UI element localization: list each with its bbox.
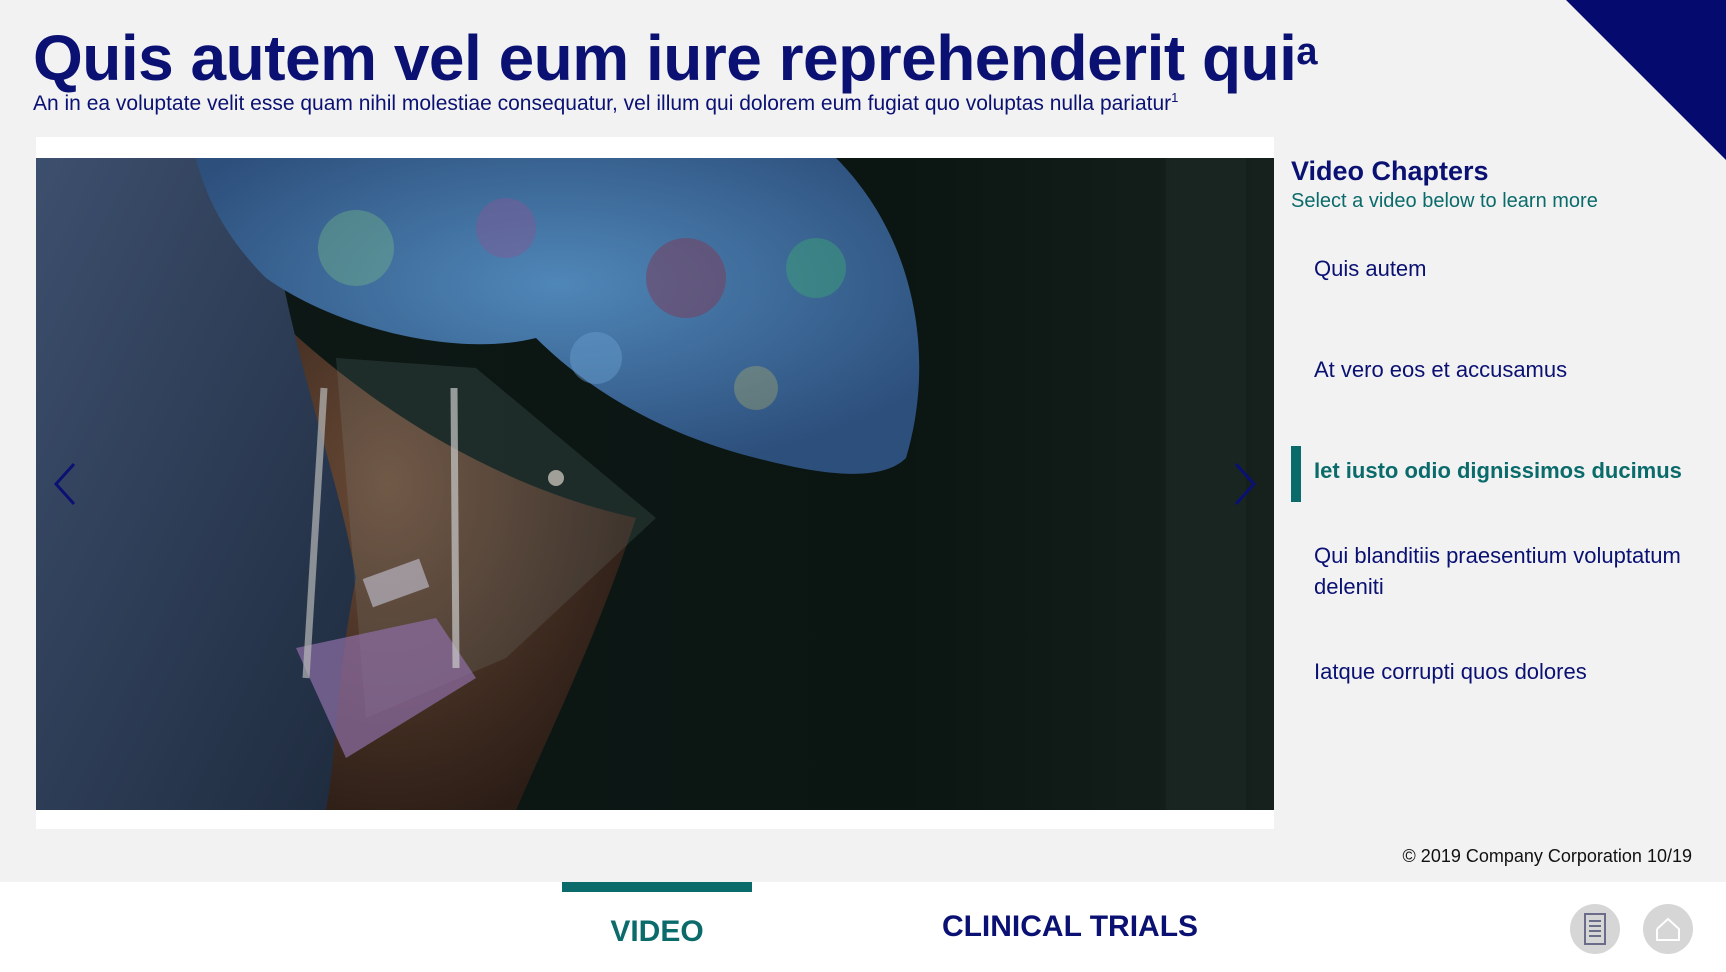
tab-video[interactable]: VIDEO <box>562 882 752 972</box>
chapters-subheading: Select a video below to learn more <box>1291 190 1598 212</box>
page-subtitle: An in ea voluptate velit esse quam nihil… <box>33 90 1179 115</box>
video-player[interactable] <box>36 137 1274 829</box>
chapter-item-5[interactable]: Iatque corrupti quos dolores <box>1291 656 1711 687</box>
document-icon <box>1584 913 1606 945</box>
chapter-item-1[interactable]: Quis autem <box>1291 253 1711 284</box>
chapter-label: At vero eos et accusamus <box>1314 357 1568 382</box>
chapter-item-4[interactable]: Qui blanditiis praesentium voluptatum de… <box>1291 540 1711 602</box>
video-frame[interactable] <box>36 158 1274 810</box>
chapter-label: Quis autem <box>1314 256 1427 281</box>
active-chapter-indicator <box>1291 446 1301 502</box>
title-superscript: a <box>1296 31 1318 73</box>
chapter-label: Qui blanditiis praesentium voluptatum de… <box>1314 543 1681 599</box>
document-button[interactable] <box>1570 904 1620 954</box>
copyright-text: © 2019 Company Corporation 10/19 <box>1402 846 1692 866</box>
tab-clinical-trials[interactable]: CLINICAL TRIALS <box>940 882 1200 972</box>
video-still-image <box>36 158 1274 810</box>
next-video-button[interactable] <box>1214 434 1274 534</box>
home-button[interactable] <box>1643 904 1693 954</box>
chapter-item-2[interactable]: At vero eos et accusamus <box>1291 354 1711 385</box>
bottom-navigation: VIDEO CLINICAL TRIALS <box>0 882 1726 972</box>
subtitle-footnote: 1 <box>1171 90 1179 105</box>
chapter-label: Iet iusto odio dignissimos ducimus <box>1314 458 1682 483</box>
prev-video-button[interactable] <box>36 434 96 534</box>
chapters-heading: Video Chapters <box>1291 156 1489 186</box>
chapter-item-3-active[interactable]: Iet iusto odio dignissimos ducimus <box>1291 446 1711 502</box>
corner-accent <box>1566 0 1726 160</box>
chevron-left-icon <box>53 462 76 506</box>
page-title: Quis autem vel eum iure reprehenderit qu… <box>33 22 1318 94</box>
chapter-label: Iatque corrupti quos dolores <box>1314 659 1587 684</box>
home-icon <box>1656 917 1680 941</box>
chevron-right-icon <box>1234 462 1257 506</box>
